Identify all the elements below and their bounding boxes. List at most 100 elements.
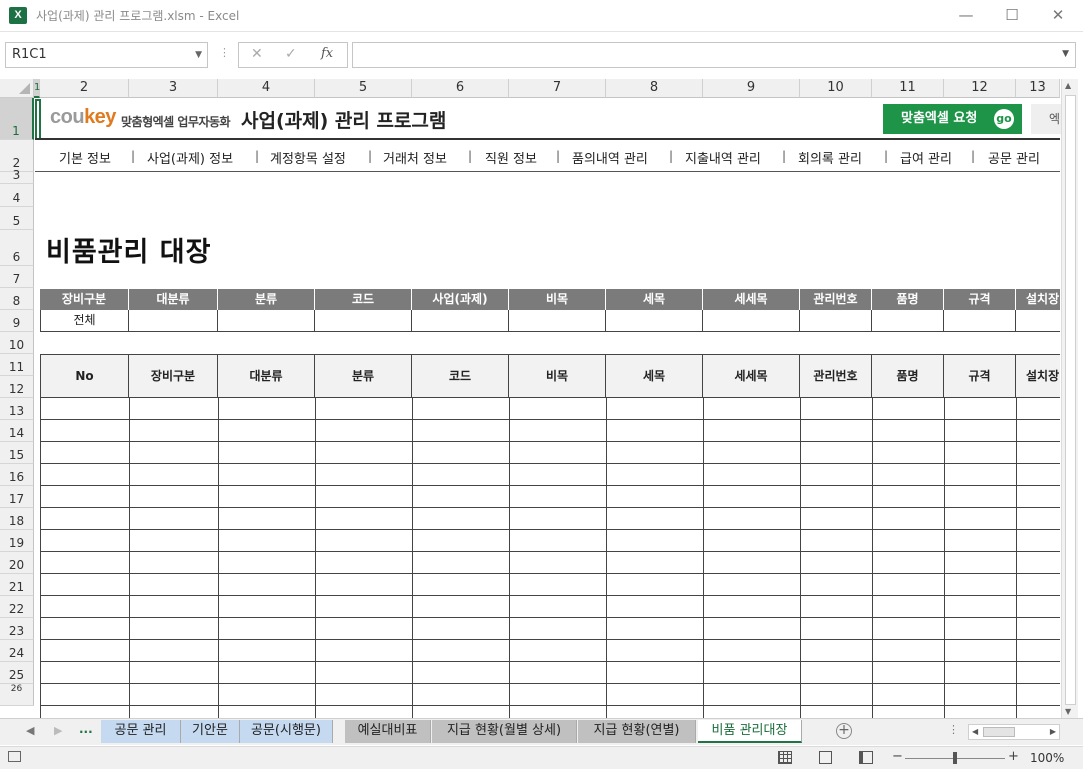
filter-value-cell[interactable] [1016, 310, 1060, 332]
row-header[interactable]: 4 [0, 184, 34, 207]
column-header[interactable]: 4 [218, 79, 315, 98]
filter-value-cell[interactable] [509, 310, 606, 332]
scroll-thumb[interactable] [1065, 95, 1076, 705]
more-sheets-button[interactable]: ... [79, 722, 93, 736]
nav-item[interactable]: 거래처 정보 [383, 148, 447, 167]
filter-value-cell[interactable] [218, 310, 315, 332]
page-break-preview-icon[interactable] [859, 751, 873, 764]
table-row[interactable] [40, 507, 1060, 508]
expand-formula-icon[interactable]: ▼ [1062, 49, 1069, 59]
row-header[interactable]: 17 [0, 486, 34, 508]
row-header[interactable]: 3 [0, 168, 34, 184]
close-button[interactable]: ✕ [1035, 0, 1081, 30]
table-row[interactable] [40, 485, 1060, 486]
nav-item[interactable]: 사업(과제) 정보 [147, 148, 233, 167]
formula-input[interactable]: ▼ [352, 42, 1076, 68]
sheet-tab[interactable]: 비품 관리대장 [698, 720, 802, 743]
row-header[interactable]: 10 [0, 332, 34, 354]
table-row[interactable] [40, 617, 1060, 618]
table-row[interactable] [40, 661, 1060, 662]
column-header[interactable]: 5 [315, 79, 412, 98]
table-row[interactable] [40, 639, 1060, 640]
column-header[interactable]: 8 [606, 79, 703, 98]
filter-value-cell[interactable] [872, 310, 944, 332]
zoom-level[interactable]: 100% [1030, 751, 1064, 765]
scroll-up-icon[interactable]: ▲ [1065, 81, 1071, 90]
table-row[interactable] [40, 595, 1060, 596]
insert-function-icon[interactable]: fx [321, 46, 333, 61]
row-header[interactable]: 1 [0, 98, 34, 140]
row-header[interactable]: 16 [0, 464, 34, 486]
column-header[interactable]: 12 [944, 79, 1016, 98]
sheet-tab[interactable]: 지급 현황(연별) [578, 720, 696, 743]
row-header[interactable]: 9 [0, 310, 34, 332]
row-header[interactable]: 20 [0, 552, 34, 574]
nav-item[interactable]: 회의록 관리 [798, 148, 862, 167]
row-header[interactable]: 13 [0, 398, 34, 420]
sheet-tab[interactable]: 공문 관리 [101, 720, 181, 743]
sheet-tab[interactable]: 예실대비표 [345, 720, 431, 743]
filter-value-cell[interactable] [800, 310, 872, 332]
row-header[interactable]: 5 [0, 207, 34, 230]
next-sheet-icon[interactable]: ▶ [54, 724, 62, 737]
select-all-corner[interactable] [0, 79, 34, 98]
row-header[interactable]: 11 [0, 354, 34, 376]
prev-sheet-icon[interactable]: ◀ [26, 724, 34, 737]
row-header[interactable]: 24 [0, 640, 34, 662]
page-layout-icon[interactable] [819, 751, 832, 764]
nav-item[interactable]: 계정항목 설정 [270, 148, 346, 167]
nav-item[interactable]: 지출내역 관리 [685, 148, 761, 167]
table-row[interactable] [40, 705, 1060, 706]
column-header[interactable]: 11 [872, 79, 944, 98]
filter-value-cell[interactable] [944, 310, 1016, 332]
sheet-tab[interactable]: 공문(시행문) [240, 720, 333, 743]
row-header[interactable]: 26 [0, 684, 34, 706]
normal-view-icon[interactable] [778, 751, 792, 764]
filter-value-cell[interactable] [412, 310, 509, 332]
filter-value-cell[interactable] [606, 310, 703, 332]
horizontal-scroll-thumb[interactable] [983, 727, 1015, 737]
enter-icon[interactable]: ✓ [285, 46, 297, 62]
row-header[interactable]: 23 [0, 618, 34, 640]
row-header[interactable]: 22 [0, 596, 34, 618]
sheet-tab[interactable]: 지급 현황(월별 상세) [432, 720, 577, 743]
column-header[interactable]: 6 [412, 79, 509, 98]
tab-splitter-icon[interactable]: ⋮ [948, 723, 959, 736]
scroll-right-icon[interactable]: ▶ [1050, 727, 1056, 736]
row-header[interactable]: 15 [0, 442, 34, 464]
row-header[interactable]: 25 [0, 662, 34, 684]
row-header[interactable]: 14 [0, 420, 34, 442]
scroll-left-icon[interactable]: ◀ [972, 727, 978, 736]
nav-item[interactable]: 공문 관리 [988, 148, 1040, 167]
row-header[interactable]: 21 [0, 574, 34, 596]
chevron-down-icon[interactable]: ▼ [195, 43, 202, 67]
table-row[interactable] [40, 419, 1060, 420]
custom-excel-request-button[interactable]: 맞춤엑셀 요청 go [883, 104, 1022, 134]
row-header[interactable]: 6 [0, 230, 34, 266]
maximize-button[interactable]: ☐ [989, 0, 1035, 30]
row-header[interactable]: 12 [0, 376, 34, 398]
column-header[interactable]: 10 [800, 79, 872, 98]
horizontal-scrollbar[interactable]: ◀ ▶ [968, 724, 1060, 740]
filter-value-cell[interactable]: 전체 [40, 310, 129, 332]
row-header[interactable]: 8 [0, 288, 34, 310]
table-row[interactable] [40, 573, 1060, 574]
column-header[interactable]: 13 [1016, 79, 1060, 98]
minimize-button[interactable]: — [943, 0, 989, 30]
row-header[interactable]: 7 [0, 266, 34, 288]
cancel-icon[interactable]: ✕ [251, 46, 263, 62]
filter-value-cell[interactable] [129, 310, 218, 332]
vertical-scrollbar[interactable]: ▲ ▼ [1061, 79, 1078, 719]
table-row[interactable] [40, 441, 1060, 442]
filter-value-cell[interactable] [315, 310, 412, 332]
filter-value-cell[interactable] [703, 310, 800, 332]
row-header[interactable]: 19 [0, 530, 34, 552]
sheet-tab[interactable]: 기안문 [181, 720, 240, 743]
table-row[interactable] [40, 683, 1060, 684]
nav-item[interactable]: 품의내역 관리 [572, 148, 648, 167]
column-header[interactable]: 3 [129, 79, 218, 98]
nav-item[interactable]: 기본 정보 [59, 148, 111, 167]
add-sheet-icon[interactable]: + [836, 723, 852, 739]
scroll-down-icon[interactable]: ▼ [1065, 707, 1071, 716]
column-header[interactable]: 2 [40, 79, 129, 98]
